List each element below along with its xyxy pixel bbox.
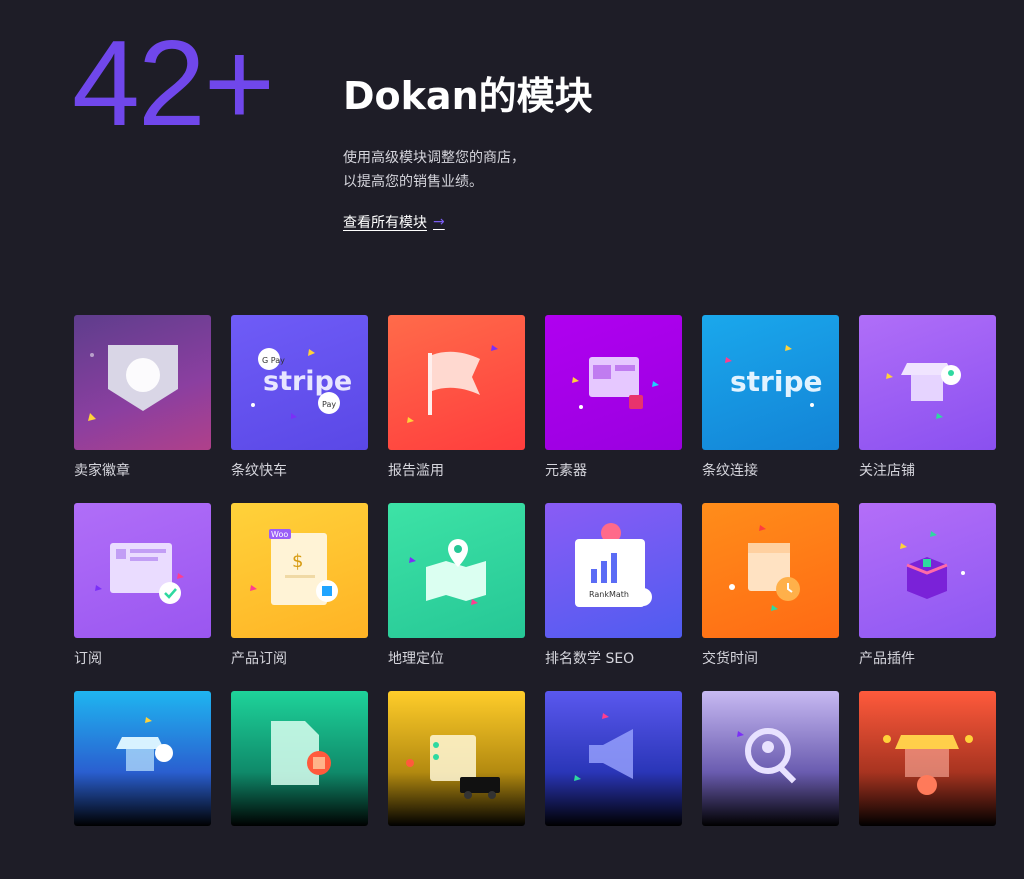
svg-text:$: $ [292,551,303,572]
product-addon-icon [859,503,996,638]
module-card[interactable]: 关注店铺 [859,315,996,503]
subscription-icon [74,503,211,638]
delivery-time-icon [702,503,839,638]
description-line-2: 以提高您的销售业绩。 [343,174,483,190]
arrow-right-icon: → [433,214,445,230]
module-card[interactable] [859,691,996,879]
module-label: 交货时间 [702,651,758,667]
module-card[interactable] [231,691,368,879]
module-card[interactable] [702,691,839,879]
module-card[interactable]: RankMath 排名数学 SEO [545,503,682,691]
vendor-search-icon [702,691,839,826]
module-label: 订阅 [74,651,102,667]
module-card[interactable]: stripe 条纹连接 [702,315,839,503]
svg-text:stripe: stripe [263,366,352,397]
module-card[interactable]: 交货时间 [702,503,839,691]
module-card[interactable]: 订阅 [74,503,211,691]
product-subscription-icon: Woo $ [231,503,368,638]
module-card[interactable]: 卖家徽章 [74,315,211,503]
module-label: 地理定位 [388,651,444,667]
megaphone-icon [545,691,682,826]
page-title: Dokan的模块 [343,74,593,118]
stripe-express-icon: G Pay stripe Pay [231,315,368,450]
rankmath-icon: RankMath [545,503,682,638]
badge-icon [74,315,211,450]
svg-text:stripe: stripe [730,365,823,398]
module-label: 条纹连接 [702,463,758,479]
module-count: 42+ [72,15,275,151]
view-all-label: 查看所有模块 [343,215,427,231]
svg-text:Pay: Pay [322,400,336,409]
elementor-icon [545,315,682,450]
svg-text:G Pay: G Pay [262,356,285,365]
module-label: 产品插件 [859,651,915,667]
module-label: 卖家徽章 [74,463,130,479]
follow-store-icon [859,315,996,450]
shipping-truck-icon [388,691,525,826]
module-card[interactable] [388,691,525,879]
stripe-connect-icon: stripe [702,315,839,450]
module-label: 排名数学 SEO [545,651,635,667]
module-card[interactable] [74,691,211,879]
storefront-icon [859,691,996,826]
geolocation-icon [388,503,525,638]
view-all-modules-link[interactable]: 查看所有模块 → [343,212,445,232]
module-label: 元素器 [545,463,587,479]
module-grid: 卖家徽章 G Pay stripe Pay 条纹快车 报告滥用 元素器 stri… [74,315,996,879]
module-label: 报告滥用 [388,463,444,479]
description-line-1: 使用高级模块调整您的商店， [343,150,525,166]
store-paypal-icon [74,691,211,826]
module-label: 关注店铺 [859,463,915,479]
module-label: 产品订阅 [231,651,287,667]
svg-text:RankMath: RankMath [589,590,629,599]
module-card[interactable]: 产品插件 [859,503,996,691]
module-card[interactable] [545,691,682,879]
module-card[interactable]: 报告滥用 [388,315,525,503]
hero-description: 使用高级模块调整您的商店， 以提高您的销售业绩。 [343,146,525,194]
module-card[interactable]: G Pay stripe Pay 条纹快车 [231,315,368,503]
module-card[interactable]: Woo $ 产品订阅 [231,503,368,691]
flag-icon [388,315,525,450]
svg-text:Woo: Woo [271,530,288,539]
module-card[interactable]: 地理定位 [388,503,525,691]
document-icon [231,691,368,826]
module-card[interactable]: 元素器 [545,315,682,503]
module-label: 条纹快车 [231,463,287,479]
